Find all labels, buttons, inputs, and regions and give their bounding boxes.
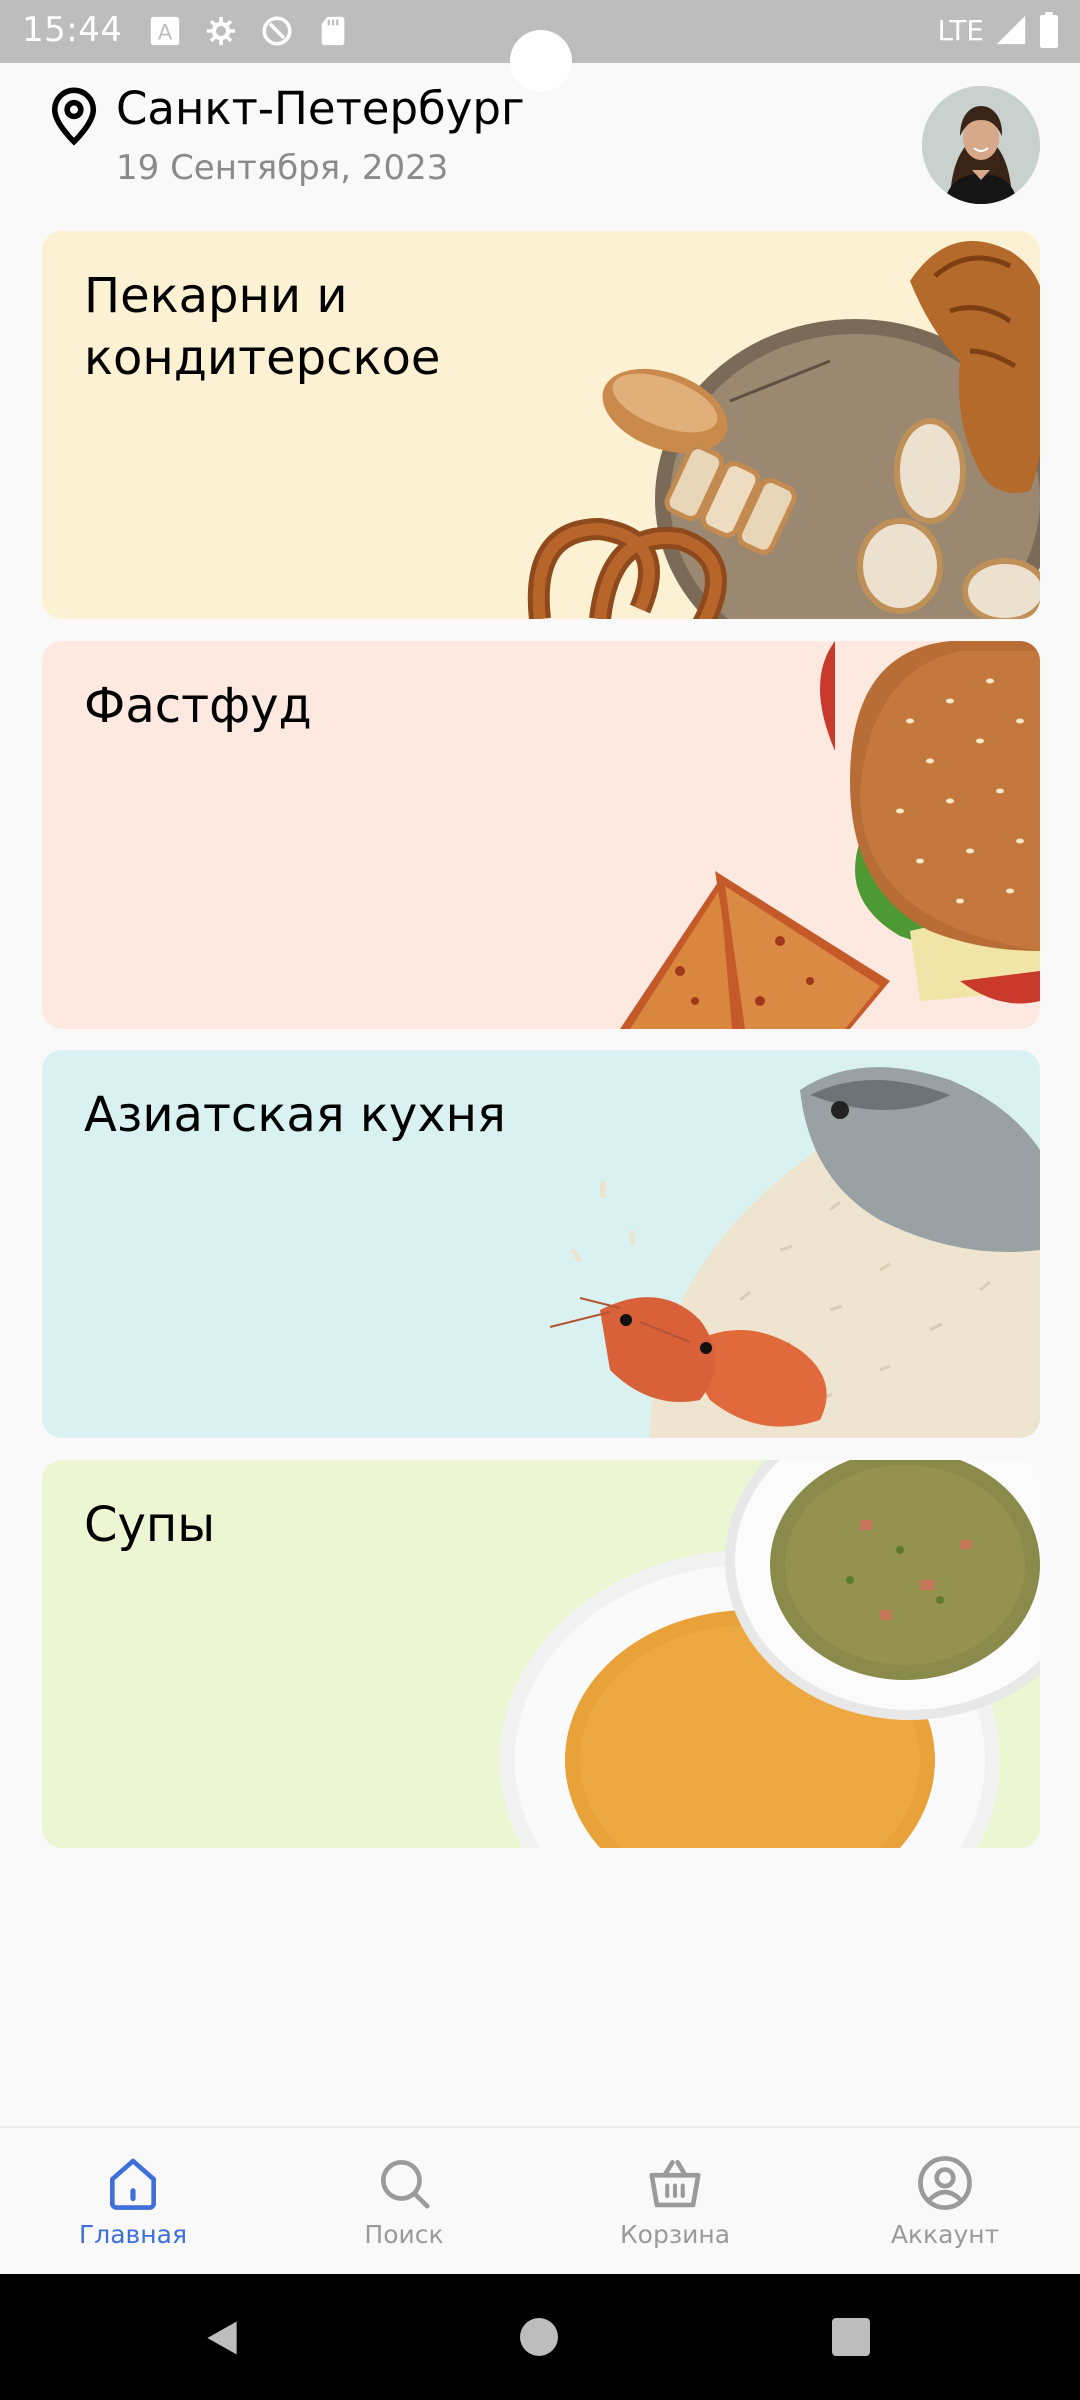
category-title: Азиатская кухня	[84, 1084, 506, 1146]
recent-apps-button[interactable]	[832, 2318, 870, 2356]
user-photo	[922, 86, 1040, 204]
category-title: Супы	[84, 1494, 215, 1556]
city-name[interactable]: Санкт-Петербург	[116, 82, 525, 135]
signal-icon	[996, 15, 1026, 45]
sd-card-icon	[321, 16, 345, 46]
current-date: 19 Сентября, 2023	[116, 148, 449, 188]
nav-account[interactable]: Аккаунт	[845, 2152, 1045, 2249]
nav-search[interactable]: Поиск	[304, 2152, 504, 2249]
category-title: Пекарни и кондитерское	[84, 265, 440, 389]
back-icon[interactable]	[200, 2316, 244, 2360]
asian-food-image	[549, 1067, 1040, 1438]
fastfood-image	[620, 641, 1040, 1029]
battery-icon	[1040, 12, 1058, 48]
nav-label: Главная	[79, 2220, 187, 2249]
basket-icon	[649, 2160, 701, 2208]
category-title-line1: Фастфуд	[84, 678, 312, 734]
nav-label: Поиск	[364, 2220, 444, 2249]
category-card-soups[interactable]: Супы	[42, 1460, 1040, 1848]
category-card-bakery[interactable]: Пекарни и кондитерское	[42, 231, 1040, 619]
category-card-fastfood[interactable]: Фастфуд	[42, 641, 1040, 1029]
category-card-asian[interactable]: Азиатская кухня	[42, 1050, 1040, 1438]
nav-home[interactable]: Главная	[33, 2152, 233, 2249]
status-icons-left: A	[148, 14, 350, 48]
category-title: Фастфуд	[84, 675, 312, 737]
nav-label: Корзина	[619, 2220, 731, 2249]
category-title-line1: Азиатская кухня	[84, 1087, 506, 1143]
nav-label: Аккаунт	[890, 2220, 1000, 2249]
network-label: LTE	[937, 13, 984, 47]
category-title-line1: Супы	[84, 1497, 216, 1553]
avatar[interactable]	[922, 86, 1040, 204]
settings-sync-icon	[206, 16, 236, 46]
category-title-line1: Пекарни и	[84, 268, 348, 324]
home-icon	[110, 2158, 156, 2210]
soups-image	[500, 1460, 1040, 1848]
search-icon	[381, 2160, 430, 2209]
status-time: 15:44	[22, 10, 123, 50]
bottom-navigation: Главная Поиск Корзина Аккаунт	[0, 2126, 1080, 2276]
font-a-icon: A	[150, 16, 180, 46]
status-right: LTE	[937, 12, 1060, 48]
rotation-icon	[262, 16, 292, 46]
system-navigation-bar	[0, 2274, 1080, 2400]
account-icon	[918, 2156, 972, 2210]
svg-text:A: A	[158, 21, 173, 46]
bakery-image	[527, 241, 1040, 619]
category-title-line2: кондитерское	[84, 330, 441, 386]
location-pin-icon[interactable]	[48, 86, 100, 146]
home-button[interactable]	[520, 2318, 558, 2356]
nav-basket[interactable]: Корзина	[575, 2152, 775, 2249]
